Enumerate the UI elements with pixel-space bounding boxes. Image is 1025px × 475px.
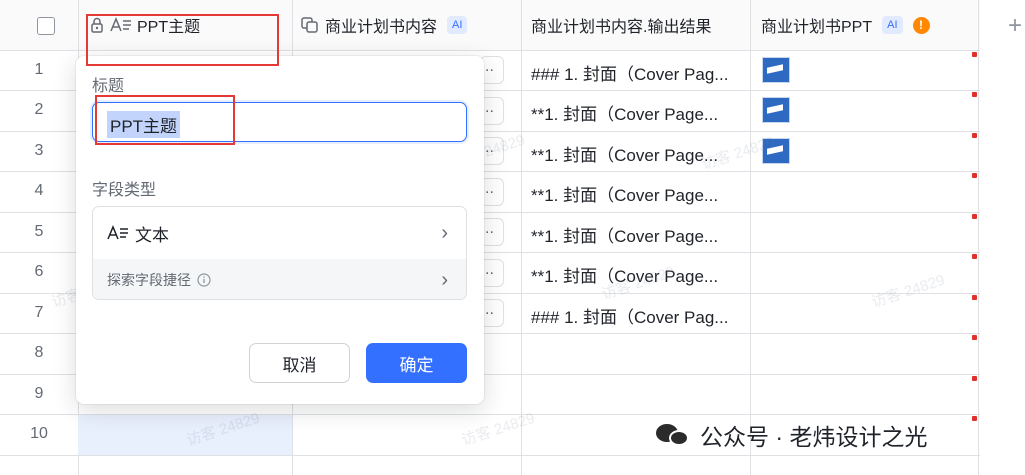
row-number: 3 bbox=[34, 142, 44, 159]
field-type-label: 字段类型 bbox=[92, 182, 157, 199]
field-type-selector: 文本 › 探索字段捷径 › bbox=[92, 206, 467, 300]
lookup-field-icon bbox=[301, 17, 319, 33]
output-cell[interactable]: **1. 封面（Cover Page... bbox=[531, 100, 718, 125]
header-bp-ppt-label: 商业计划书PPT bbox=[761, 19, 873, 36]
col-divider bbox=[978, 0, 979, 475]
header-bp-output[interactable]: 商业计划书内容.输出结果 bbox=[531, 0, 711, 50]
row-number: 10 bbox=[30, 425, 48, 442]
error-marker bbox=[972, 416, 977, 421]
error-marker bbox=[972, 254, 977, 259]
header-bp-output-label: 商业计划书内容.输出结果 bbox=[531, 19, 712, 36]
annotation-box-input bbox=[95, 95, 235, 145]
field-type-value: 文本 bbox=[135, 225, 169, 245]
output-cell[interactable]: **1. 封面（Cover Page... bbox=[531, 222, 718, 247]
info-icon bbox=[197, 273, 211, 287]
confirm-button[interactable]: 确定 bbox=[366, 343, 467, 383]
output-cell[interactable]: **1. 封面（Cover Page... bbox=[531, 141, 718, 166]
explore-shortcuts[interactable]: 探索字段捷径 › bbox=[93, 259, 466, 299]
wechat-icon bbox=[656, 422, 690, 448]
output-cell[interactable]: ### 1. 封面（Cover Pag... bbox=[531, 303, 728, 328]
annotation-box-header bbox=[86, 14, 279, 66]
output-cell[interactable]: **1. 封面（Cover Page... bbox=[531, 181, 718, 206]
header-bp-content[interactable]: 商业计划书内容 AI bbox=[301, 0, 468, 50]
ai-badge: AI bbox=[447, 16, 468, 34]
warning-icon[interactable]: ! bbox=[912, 16, 930, 34]
chevron-right-icon: › bbox=[441, 268, 448, 291]
header-bp-ppt[interactable]: 商业计划书PPT AI ! bbox=[761, 0, 930, 50]
row-number: 5 bbox=[34, 223, 44, 240]
col-divider bbox=[750, 0, 751, 475]
row-number: 8 bbox=[34, 344, 44, 361]
explore-shortcuts-label: 探索字段捷径 bbox=[107, 272, 191, 288]
ppt-thumbnail[interactable] bbox=[762, 57, 790, 83]
cancel-button[interactable]: 取消 bbox=[249, 343, 350, 383]
col-divider bbox=[521, 0, 522, 475]
add-column-button[interactable]: + bbox=[1008, 12, 1022, 40]
error-marker bbox=[972, 376, 977, 381]
brand-footer: 公众号 · 老炜设计之光 bbox=[656, 418, 927, 452]
output-cell[interactable]: ### 1. 封面（Cover Pag... bbox=[531, 60, 728, 85]
header-bp-content-label: 商业计划书内容 bbox=[325, 19, 438, 36]
row-number: 9 bbox=[34, 385, 44, 402]
error-marker bbox=[972, 133, 977, 138]
error-marker bbox=[972, 295, 977, 300]
row-number: 1 bbox=[34, 61, 44, 78]
row-number: 4 bbox=[34, 182, 44, 199]
ppt-thumbnail[interactable] bbox=[762, 97, 790, 123]
error-marker bbox=[972, 52, 977, 57]
error-marker bbox=[972, 214, 977, 219]
select-all-checkbox[interactable] bbox=[37, 17, 55, 35]
row-number: 6 bbox=[34, 263, 44, 280]
chevron-right-icon: › bbox=[441, 221, 448, 244]
ai-badge: AI bbox=[882, 16, 903, 34]
row-number: 2 bbox=[34, 101, 44, 118]
brand-text: 公众号 · 老炜设计之光 bbox=[700, 424, 928, 450]
error-marker bbox=[972, 173, 977, 178]
error-marker bbox=[972, 92, 977, 97]
field-type-option[interactable]: 文本 › bbox=[93, 207, 466, 259]
error-marker bbox=[972, 335, 977, 340]
row-divider bbox=[0, 455, 980, 456]
title-label: 标题 bbox=[92, 78, 125, 95]
text-type-icon bbox=[107, 225, 129, 241]
